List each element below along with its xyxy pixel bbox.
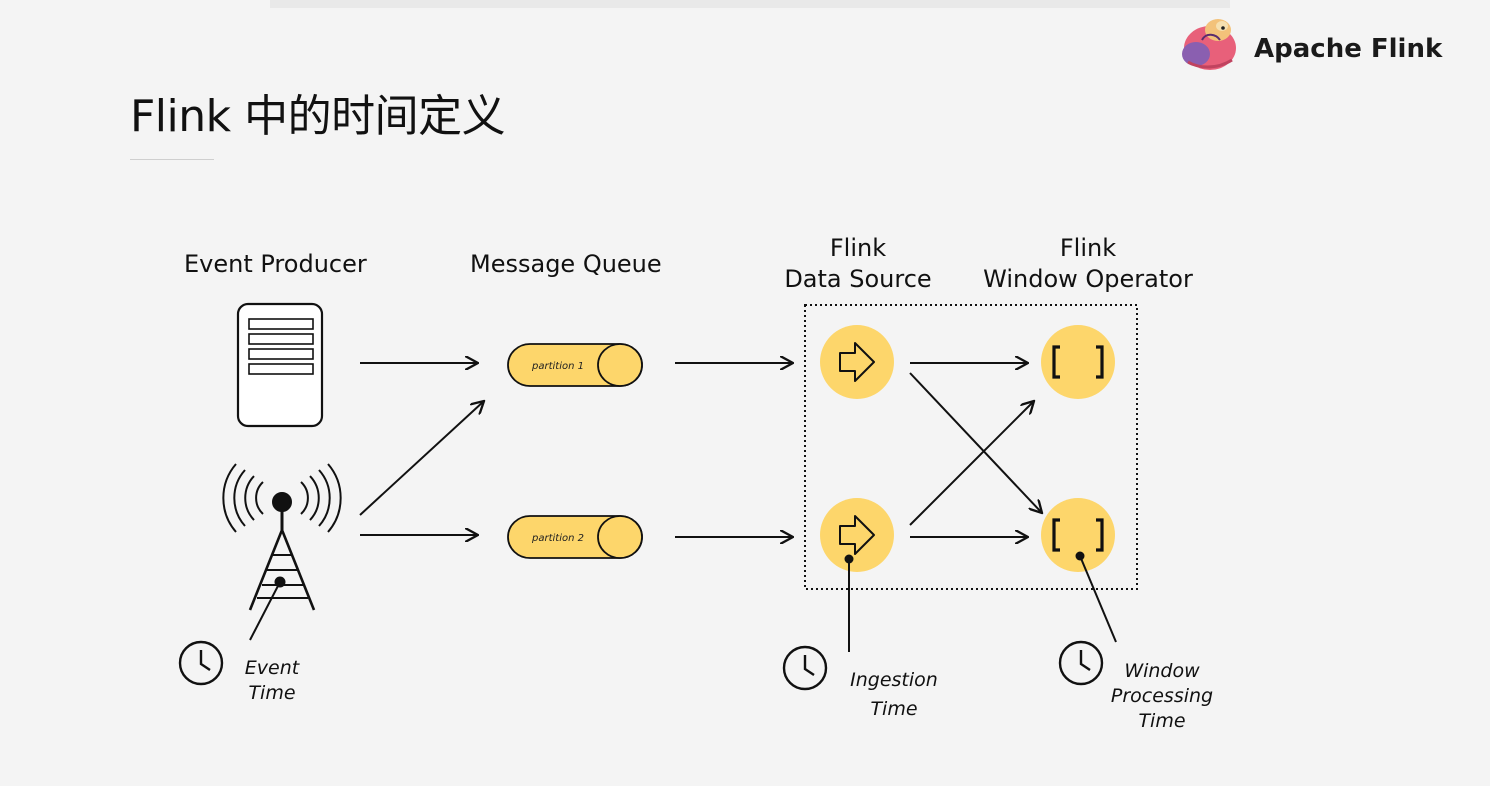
ingestion-time-line2: Time (870, 698, 918, 720)
time-definition-diagram: partition 1 partition 2 (178, 302, 1138, 691)
event-time-label: Event Time (234, 656, 310, 706)
flow-arrows (359, 363, 1042, 537)
partition-1: partition 1 (507, 343, 643, 387)
antenna-tower-icon (222, 463, 342, 641)
arrow-source2-to-window1 (909, 401, 1034, 526)
source-node-1 (820, 325, 894, 399)
clock-icon (782, 645, 828, 691)
event-time-line1: Event (244, 657, 300, 679)
partition-2: partition 2 (507, 515, 643, 559)
ingestion-time-line1: Ingestion (850, 669, 938, 691)
window-time-line1: Window (1124, 660, 1200, 682)
window-time-line3: Time (1138, 710, 1186, 732)
arrow-source1-to-window2 (909, 372, 1042, 513)
window-time-pointer (1079, 555, 1117, 643)
partition-2-label: partition 2 (531, 533, 584, 544)
ingestion-time-label: Ingestion Time (840, 666, 948, 724)
partition-1-label: partition 1 (531, 361, 584, 372)
clock-icon (178, 640, 224, 686)
event-time-line2: Time (248, 682, 296, 704)
source-node-2 (820, 498, 894, 572)
window-time-line2: Processing (1110, 685, 1214, 707)
window-node-1 (1041, 325, 1115, 399)
window-node-2 (1041, 498, 1115, 572)
server-icon (236, 302, 324, 428)
arrow-antenna-to-p1 (359, 401, 484, 516)
window-processing-time-label: Window Processing Time (1100, 659, 1224, 734)
clock-icon (1058, 640, 1104, 686)
slide: Flink 中的时间定义 Apache Flink Event Producer… (0, 0, 1490, 786)
